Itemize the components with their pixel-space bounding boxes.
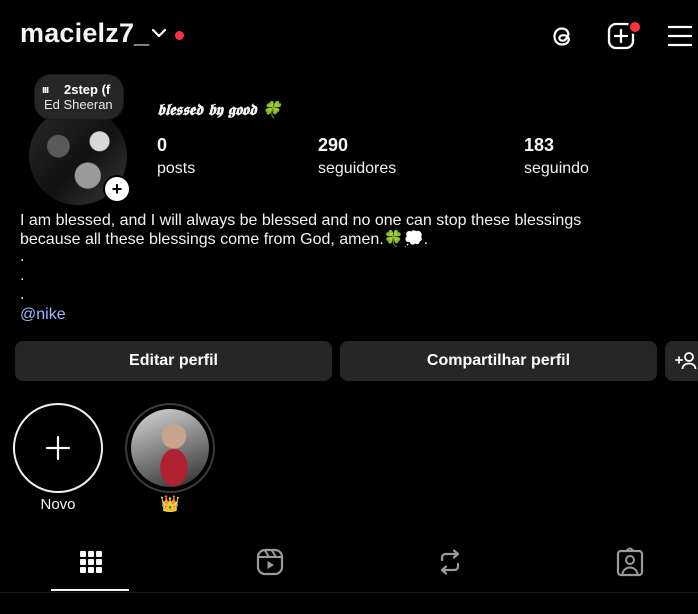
share-profile-button[interactable]: Compartilhar perfil — [340, 341, 657, 381]
profile-link[interactable]: @nike — [20, 306, 66, 324]
following-count[interactable]: 183 — [524, 135, 554, 156]
music-bars-icon: ııı — [42, 84, 49, 96]
tab-divider — [0, 592, 698, 593]
followers-count[interactable]: 290 — [318, 135, 348, 156]
bio-dot: . — [20, 267, 25, 284]
plus-icon — [13, 403, 103, 493]
posts-label: posts — [157, 160, 196, 177]
new-highlight-label: Novo — [40, 496, 76, 513]
username-title[interactable]: macielz7_ — [20, 18, 149, 49]
bio-dot: . — [20, 248, 25, 265]
bio-dot: . — [20, 286, 25, 303]
followers-label[interactable]: seguidores — [318, 160, 396, 178]
bio-line: because all these blessings come from Go… — [20, 231, 429, 248]
new-post-badge — [628, 20, 642, 34]
reels-icon[interactable] — [256, 547, 284, 577]
bio-line: I am blessed, and I will always be bless… — [20, 212, 582, 229]
profile-bio: I am blessed, and I will always be bless… — [20, 211, 680, 249]
tagged-icon[interactable] — [616, 547, 644, 577]
menu-icon[interactable] — [667, 24, 693, 48]
profile-full-name: 𝖇𝖑𝖊𝖘𝖘𝖊𝖉 𝖇𝖞 𝖌𝖔𝖔𝖉 🍀 — [157, 100, 282, 119]
add-story-icon[interactable]: + — [103, 175, 131, 203]
grid-icon[interactable] — [77, 547, 105, 577]
threads-icon[interactable] — [548, 22, 576, 50]
add-person-icon — [675, 352, 697, 370]
repost-icon[interactable] — [436, 547, 464, 577]
chevron-down-icon[interactable] — [150, 26, 168, 40]
posts-count: 0 — [157, 135, 168, 155]
note-artist: Ed Sheeran — [44, 97, 113, 112]
notification-dot — [175, 31, 184, 40]
highlight-cover[interactable] — [131, 409, 209, 487]
highlight-label: 👑 — [160, 496, 180, 513]
note-song: 2step (f — [64, 82, 111, 97]
edit-profile-button[interactable]: Editar perfil — [15, 341, 332, 381]
following-label[interactable]: seguindo — [524, 160, 589, 178]
discover-people-button[interactable] — [665, 341, 698, 381]
active-tab-indicator — [51, 589, 129, 591]
